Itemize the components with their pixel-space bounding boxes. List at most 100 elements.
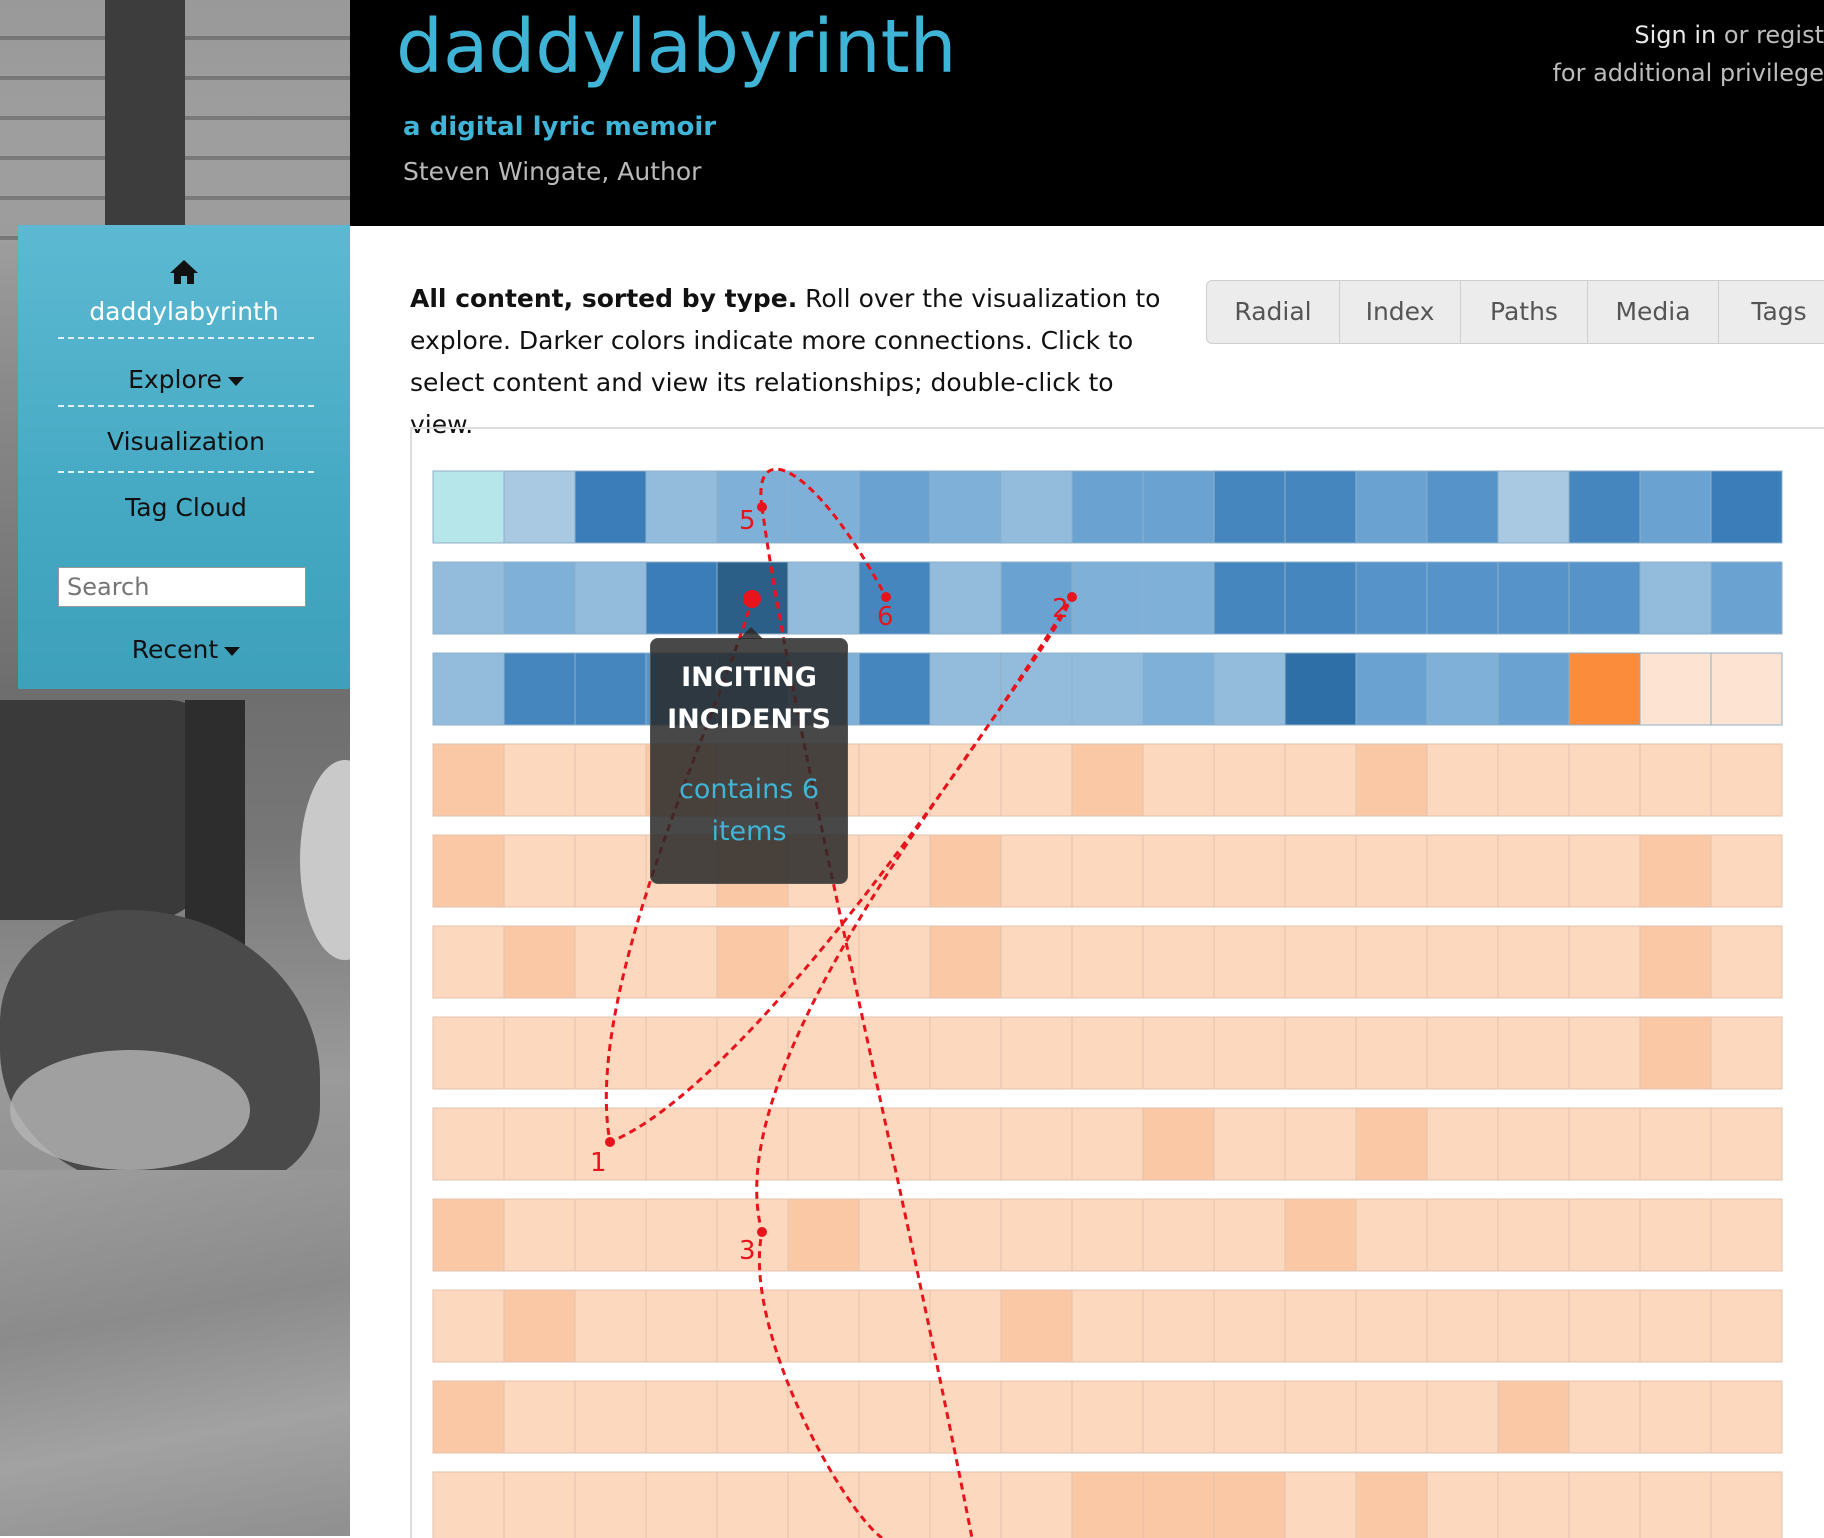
grid-cell[interactable]	[1497, 561, 1570, 635]
grid-cell[interactable]	[1000, 1471, 1073, 1538]
grid-cell[interactable]	[1639, 470, 1712, 544]
grid-cell[interactable]	[929, 470, 1002, 544]
grid-cell[interactable]	[858, 1198, 931, 1272]
grid-cell[interactable]	[1426, 1289, 1499, 1363]
grid-cell[interactable]	[1355, 743, 1428, 817]
grid-cell[interactable]	[1497, 1198, 1570, 1272]
grid-cell[interactable]	[1710, 834, 1783, 908]
grid-cell[interactable]	[929, 743, 1002, 817]
grid-cell[interactable]	[929, 1380, 1002, 1454]
grid-cell[interactable]	[432, 834, 505, 908]
sidebar-site-link[interactable]: daddylabyrinth	[18, 297, 350, 326]
grid-cell[interactable]	[574, 834, 647, 908]
grid-cell[interactable]	[574, 1016, 647, 1090]
grid-cell[interactable]	[1284, 1107, 1357, 1181]
grid-cell[interactable]	[858, 925, 931, 999]
grid-cell[interactable]	[1710, 925, 1783, 999]
grid-cell[interactable]	[1213, 834, 1286, 908]
grid-cell[interactable]	[503, 1471, 576, 1538]
grid-cell[interactable]	[1355, 1471, 1428, 1538]
grid-cell[interactable]	[1000, 925, 1073, 999]
grid-cell[interactable]	[1639, 743, 1712, 817]
grid-cell[interactable]	[929, 561, 1002, 635]
grid-cell[interactable]	[1142, 1107, 1215, 1181]
grid-cell[interactable]	[1213, 1380, 1286, 1454]
grid-cell[interactable]	[1071, 470, 1144, 544]
grid-cell[interactable]	[929, 834, 1002, 908]
grid-cell[interactable]	[1639, 834, 1712, 908]
grid-cell[interactable]	[645, 470, 718, 544]
grid-cell[interactable]	[1071, 925, 1144, 999]
grid-cell[interactable]	[1071, 1289, 1144, 1363]
grid-cell[interactable]	[1497, 1380, 1570, 1454]
grid-cell[interactable]	[787, 1107, 860, 1181]
grid-cell[interactable]	[1355, 925, 1428, 999]
grid-cell[interactable]	[1071, 652, 1144, 726]
grid-cell[interactable]	[929, 1471, 1002, 1538]
grid-cell[interactable]	[1213, 561, 1286, 635]
grid-cell[interactable]	[1355, 1198, 1428, 1272]
grid-cell[interactable]	[1142, 1198, 1215, 1272]
grid-cell[interactable]	[716, 1107, 789, 1181]
grid-cell[interactable]	[1426, 925, 1499, 999]
grid-cell[interactable]	[1213, 1289, 1286, 1363]
grid-cell[interactable]	[432, 1107, 505, 1181]
grid-cell[interactable]	[929, 1107, 1002, 1181]
grid-cell[interactable]	[1071, 1471, 1144, 1538]
grid-cell[interactable]	[1213, 652, 1286, 726]
grid-cell[interactable]	[1142, 1016, 1215, 1090]
search-input[interactable]	[58, 567, 306, 607]
grid-cell[interactable]	[645, 1380, 718, 1454]
tab-index[interactable]: Index	[1340, 281, 1461, 343]
grid-cell[interactable]	[1497, 834, 1570, 908]
grid-cell[interactable]	[1284, 1289, 1357, 1363]
grid-cell[interactable]	[503, 652, 576, 726]
grid-cell[interactable]	[503, 1289, 576, 1363]
grid-cell[interactable]	[858, 561, 931, 635]
grid-cell[interactable]	[1284, 1380, 1357, 1454]
grid-cell[interactable]	[574, 925, 647, 999]
grid-cell[interactable]	[1142, 1471, 1215, 1538]
grid-cell[interactable]	[574, 1471, 647, 1538]
grid-cell[interactable]	[929, 1016, 1002, 1090]
grid-cell[interactable]	[1426, 652, 1499, 726]
grid-cell[interactable]	[1710, 1471, 1783, 1538]
grid-cell[interactable]	[503, 834, 576, 908]
grid-cell[interactable]	[1710, 1289, 1783, 1363]
grid-cell[interactable]	[645, 561, 718, 635]
grid-cell[interactable]	[1213, 1198, 1286, 1272]
grid-cell[interactable]	[1142, 1380, 1215, 1454]
grid-cell[interactable]	[645, 925, 718, 999]
path-node[interactable]	[881, 592, 891, 602]
grid-cell[interactable]	[929, 1289, 1002, 1363]
grid-cell[interactable]	[1497, 1471, 1570, 1538]
grid-cell[interactable]	[1355, 1107, 1428, 1181]
grid-cell[interactable]	[858, 834, 931, 908]
grid-cell[interactable]	[1497, 743, 1570, 817]
grid-cell[interactable]	[1639, 1289, 1712, 1363]
tab-tags[interactable]: Tags	[1719, 281, 1824, 343]
grid-cell[interactable]	[1355, 561, 1428, 635]
grid-cell[interactable]	[1568, 1471, 1641, 1538]
tab-paths[interactable]: Paths	[1461, 281, 1588, 343]
grid-cell[interactable]	[1284, 470, 1357, 544]
grid-cell[interactable]	[716, 1380, 789, 1454]
grid-cell[interactable]	[1355, 470, 1428, 544]
grid-cell[interactable]	[432, 1289, 505, 1363]
grid-cell[interactable]	[1710, 652, 1783, 726]
grid-cell[interactable]	[503, 743, 576, 817]
grid-cell[interactable]	[432, 1016, 505, 1090]
grid-cell[interactable]	[1426, 834, 1499, 908]
grid-cell[interactable]	[1142, 925, 1215, 999]
grid-cell[interactable]	[1497, 1016, 1570, 1090]
grid-cell[interactable]	[1568, 470, 1641, 544]
grid-cell[interactable]	[432, 743, 505, 817]
grid-cell[interactable]	[787, 1016, 860, 1090]
grid-cell[interactable]	[1710, 1198, 1783, 1272]
grid-cell[interactable]	[1213, 743, 1286, 817]
tag-cloud-link[interactable]: Tag Cloud	[58, 493, 314, 522]
grid-cell[interactable]	[787, 470, 860, 544]
home-icon[interactable]	[18, 259, 350, 292]
grid-cell[interactable]	[645, 1471, 718, 1538]
grid-cell[interactable]	[1639, 561, 1712, 635]
